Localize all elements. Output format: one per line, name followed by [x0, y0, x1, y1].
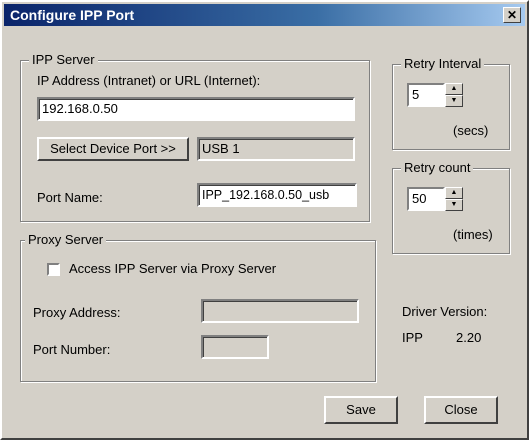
retry-interval-legend: Retry Interval [401, 56, 485, 71]
save-button[interactable]: Save [324, 396, 398, 424]
retry-interval-group: Retry Interval 5 ▲ ▼ (secs) [392, 56, 510, 150]
port-number-label: Port Number: [33, 342, 111, 357]
retry-count-legend: Retry count [401, 160, 474, 175]
retry-interval-spinner[interactable]: 5 ▲ ▼ [407, 83, 463, 107]
proxy-checkbox[interactable] [47, 263, 60, 276]
title-bar[interactable]: Configure IPP Port ✕ [4, 4, 525, 26]
driver-version-label: Driver Version: [402, 304, 488, 319]
proxy-server-group: Proxy Server Access IPP Server via Proxy… [20, 232, 376, 382]
close-button[interactable]: Close [424, 396, 498, 424]
proxy-address-input[interactable] [201, 299, 359, 323]
configure-ipp-port-dialog: Configure IPP Port ✕ IPP Server IP Addre… [0, 0, 529, 440]
driver-version-value: 2.20 [456, 330, 482, 345]
spin-down-icon[interactable]: ▼ [445, 199, 463, 211]
select-device-port-button[interactable]: Select Device Port >> [37, 137, 189, 161]
proxy-server-legend: Proxy Server [25, 232, 107, 247]
ipp-server-group: IPP Server IP Address (Intranet) or URL … [20, 52, 370, 222]
spin-down-icon[interactable]: ▼ [445, 95, 463, 107]
close-icon[interactable]: ✕ [503, 7, 521, 23]
retry-count-spinner[interactable]: 50 ▲ ▼ [407, 187, 463, 211]
retry-count-group: Retry count 50 ▲ ▼ (times) [392, 160, 510, 254]
port-name-input[interactable]: IPP_192.168.0.50_usb [197, 183, 357, 207]
proxy-checkbox-label: Access IPP Server via Proxy Server [69, 261, 277, 276]
ip-address-input[interactable]: 192.168.0.50 [37, 97, 355, 121]
ipp-server-legend: IPP Server [29, 52, 98, 67]
proxy-address-label: Proxy Address: [33, 305, 121, 320]
spin-up-icon[interactable]: ▲ [445, 83, 463, 95]
ip-address-label: IP Address (Intranet) or URL (Internet): [37, 73, 261, 88]
driver-name: IPP [402, 330, 423, 345]
retry-count-unit: (times) [453, 227, 493, 242]
port-name-label: Port Name: [37, 190, 103, 205]
retry-count-value[interactable]: 50 [407, 187, 445, 211]
port-number-input[interactable] [201, 335, 269, 359]
retry-interval-unit: (secs) [453, 123, 489, 138]
window-title: Configure IPP Port [10, 7, 135, 23]
spin-up-icon[interactable]: ▲ [445, 187, 463, 199]
device-port-field: USB 1 [197, 137, 355, 161]
retry-interval-value[interactable]: 5 [407, 83, 445, 107]
